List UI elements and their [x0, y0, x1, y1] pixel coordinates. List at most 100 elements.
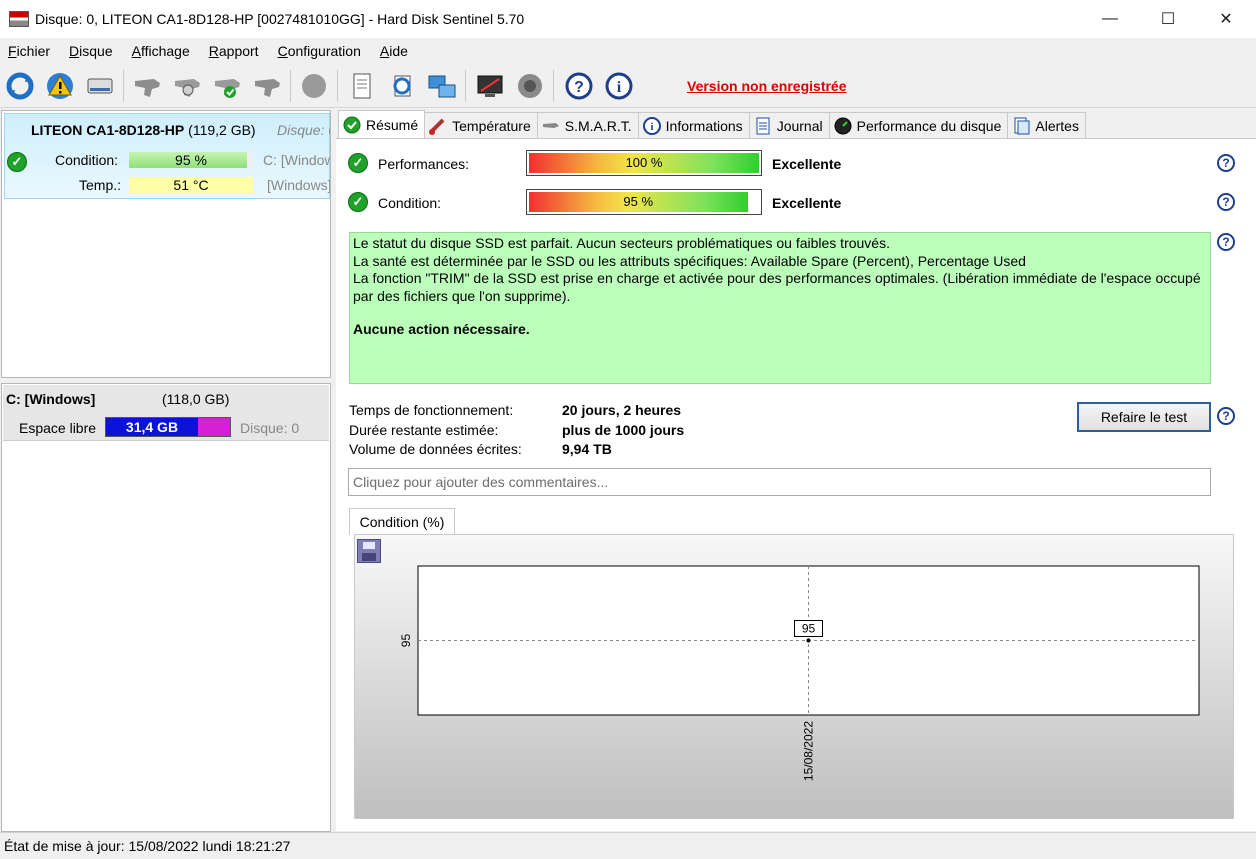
disk-condition-label: Condition: — [55, 152, 119, 168]
performance-help-icon[interactable]: ? — [1217, 154, 1235, 172]
disk-temp-label: Temp.: — [79, 177, 122, 193]
disk-gray-icon-2[interactable] — [251, 70, 283, 102]
tab-label: S.M.A.R.T. — [564, 118, 632, 134]
tab-label: Journal — [776, 118, 823, 134]
tab-alertes[interactable]: Alertes — [1007, 112, 1086, 139]
disk-list-panel: LITEON CA1-8D128-HP (119,2 GB) Disque: 0… — [1, 110, 331, 378]
disk-index: Disque: 0 — [277, 122, 331, 138]
partition-disk: Disque: 0 — [240, 420, 300, 436]
svg-text:?: ? — [574, 79, 584, 96]
monitor-icon[interactable] — [474, 70, 506, 102]
disk-icon — [542, 117, 560, 135]
tab-label: Performance du disque — [856, 118, 1002, 134]
disk-size: (119,2 GB) — [188, 122, 256, 138]
title-bar: Disque: 0, LITEON CA1-8D128-HP [00274810… — [0, 0, 1256, 38]
partition-card[interactable]: C: [Windows] (118,0 GB) Espace libre 31,… — [3, 385, 329, 441]
menu-fichier[interactable]: Fichier — [8, 43, 50, 59]
status-action: Aucune action nécessaire. — [353, 321, 530, 337]
toolbar: ? i Version non enregistrée — [0, 64, 1256, 108]
tab-label: Alertes — [1035, 118, 1079, 134]
tab-label: Température — [452, 118, 531, 134]
minimize-button[interactable]: — — [1087, 0, 1133, 38]
tab-bar: Résumé Température S.M.A.R.T. i Informat… — [338, 110, 1086, 139]
condition-ok-icon: ✓ — [348, 192, 368, 212]
disk-gray-icon-1[interactable] — [131, 70, 163, 102]
tab-smart[interactable]: S.M.A.R.T. — [536, 112, 639, 139]
x-tick-label: 15/08/2022 — [802, 721, 816, 781]
performance-label: Performances: — [378, 156, 470, 172]
chart-area: 95 95 15/08/2022 — [354, 534, 1234, 819]
partition-name: C: [Windows] — [6, 391, 96, 407]
disk-settings-icon[interactable] — [171, 70, 203, 102]
check-icon — [343, 116, 361, 134]
chart-tab-condition[interactable]: Condition (%) — [349, 508, 455, 535]
disk-ok-icon[interactable] — [211, 70, 243, 102]
report-icon[interactable] — [346, 70, 378, 102]
menu-aide[interactable]: Aide — [380, 43, 408, 59]
disk-drive-icon[interactable] — [84, 70, 116, 102]
performance-bar: 100 % — [526, 150, 762, 176]
gauge-icon — [834, 117, 852, 135]
disk-title: LITEON CA1-8D128-HP (119,2 GB) — [31, 122, 256, 138]
app-icon — [9, 11, 29, 27]
condition-ok-icon: ✓ — [7, 152, 27, 172]
sync-report-icon[interactable] — [386, 70, 418, 102]
log-icon — [754, 117, 772, 135]
tab-label: Résumé — [366, 117, 419, 133]
comment-input[interactable]: Cliquez pour ajouter des commentaires... — [348, 468, 1211, 496]
disk-card[interactable]: LITEON CA1-8D128-HP (119,2 GB) Disque: 0… — [4, 113, 330, 199]
disk-temp-bar: 51 °C — [129, 177, 253, 193]
performance-ok-icon: ✓ — [348, 153, 368, 173]
condition-help-icon[interactable]: ? — [1217, 193, 1235, 211]
uptime-label: Temps de fonctionnement: — [349, 402, 514, 418]
disabled-icon[interactable] — [298, 70, 330, 102]
remaining-value: plus de 1000 jours — [562, 422, 685, 438]
disk-condition-value: 95 % — [175, 152, 207, 168]
retest-button[interactable]: Refaire le test — [1077, 402, 1211, 432]
summary-panel: ✓ Performances: 100 % Excellente ? ✓ Con… — [336, 138, 1256, 831]
warning-icon[interactable] — [44, 70, 76, 102]
thermometer-icon — [429, 117, 447, 135]
menu-rapport[interactable]: Rapport — [209, 43, 259, 59]
network-icon[interactable] — [426, 70, 458, 102]
tab-label: Informations — [665, 118, 743, 134]
performance-rating: Excellente — [772, 156, 842, 172]
menu-configuration[interactable]: Configuration — [278, 43, 361, 59]
disk-name: LITEON CA1-8D128-HP — [31, 122, 185, 138]
retest-help-icon[interactable]: ? — [1217, 407, 1235, 425]
free-space-value: 31,4 GB — [125, 419, 179, 435]
tab-informations[interactable]: i Informations — [637, 112, 750, 139]
unregistered-link[interactable]: Version non enregistrée — [687, 78, 847, 94]
refresh-icon[interactable] — [4, 70, 36, 102]
tab-temperature[interactable]: Température — [424, 112, 538, 139]
data-label: 95 — [802, 622, 816, 636]
free-space-label: Espace libre — [19, 420, 97, 436]
partition-size: (118,0 GB) — [162, 391, 230, 407]
status-box: Le statut du disque SSD est parfait. Auc… — [349, 232, 1211, 384]
disk-temp-value: 51 °C — [173, 177, 209, 193]
speaker-icon[interactable] — [514, 70, 546, 102]
uptime-value: 20 jours, 2 heures — [562, 402, 682, 418]
condition-bar: 95 % — [526, 189, 762, 215]
info-icon: i — [642, 117, 661, 135]
help-icon[interactable]: ? — [563, 70, 595, 102]
tab-journal[interactable]: Journal — [748, 112, 830, 139]
remaining-label: Durée restante estimée: — [349, 422, 499, 438]
menu-disque[interactable]: Disque — [69, 43, 113, 59]
maximize-button[interactable]: ☐ — [1145, 0, 1191, 38]
menu-affichage[interactable]: Affichage — [132, 43, 190, 59]
tab-resume[interactable]: Résumé — [338, 110, 426, 139]
condition-value: 95 % — [623, 194, 654, 209]
written-value: 9,94 TB — [562, 441, 612, 457]
status-line: La fonction "TRIM" de la SSD est prise e… — [353, 270, 1201, 304]
disk-condition-drive: C: [Windows] — [263, 152, 330, 168]
window-title: Disque: 0, LITEON CA1-8D128-HP [00274810… — [35, 11, 525, 27]
about-icon[interactable]: i — [603, 70, 635, 102]
alert-icon — [1012, 117, 1030, 135]
close-button[interactable]: ✕ — [1203, 0, 1249, 38]
y-tick-label: 95 — [399, 634, 413, 648]
data-point — [806, 638, 811, 643]
status-help-icon[interactable]: ? — [1217, 233, 1235, 251]
menu-bar: Fichier Disque Affichage Rapport Configu… — [0, 38, 1256, 64]
tab-performance[interactable]: Performance du disque — [828, 112, 1009, 139]
